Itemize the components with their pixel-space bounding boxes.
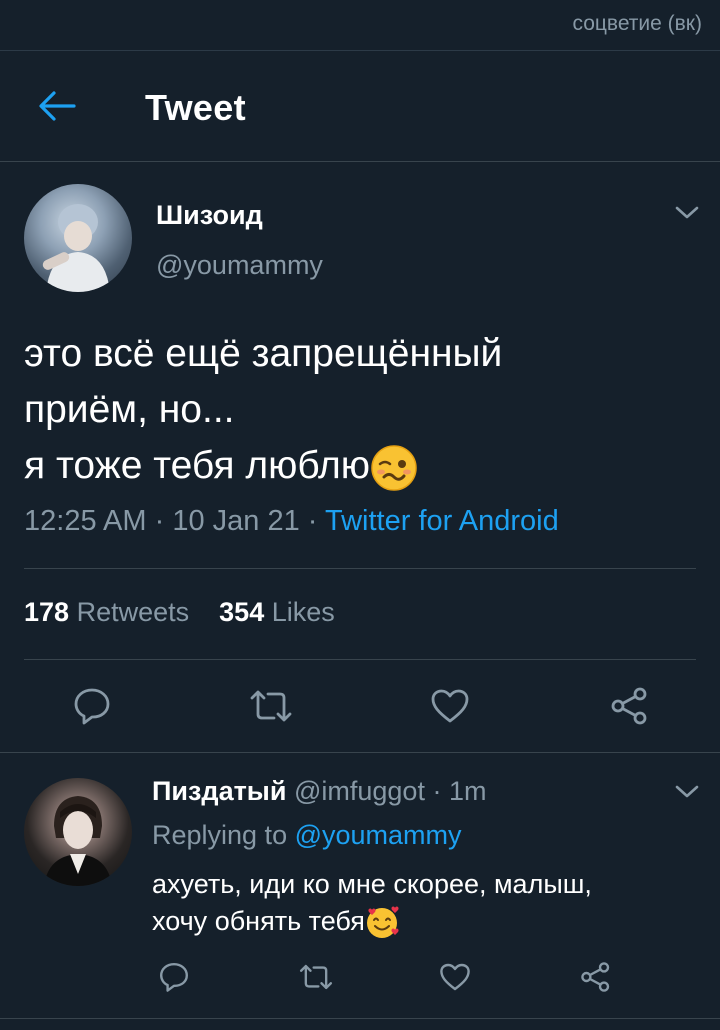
watermark: соцветие (вк) (572, 12, 702, 35)
chevron-down-icon[interactable] (674, 205, 700, 221)
avatar[interactable] (24, 184, 132, 292)
reply-author-name[interactable]: Пиздатый (152, 776, 286, 806)
retweet-icon[interactable] (248, 688, 294, 724)
retweets-label[interactable]: Retweets (77, 597, 190, 627)
chevron-down-icon[interactable] (674, 784, 700, 800)
likes-count[interactable]: 354 (219, 597, 264, 627)
tweet-text-line: приём, но... (24, 388, 235, 431)
retweet-icon[interactable] (298, 962, 334, 992)
meta-dot: · (432, 776, 442, 806)
avatar-photo (44, 796, 112, 886)
arrow-left-icon[interactable] (36, 89, 76, 123)
divider (24, 568, 696, 569)
page-title: Tweet (145, 87, 246, 128)
replying-to-mention[interactable]: @youmammy (295, 820, 462, 850)
tweet-source-link[interactable]: Twitter for Android (325, 505, 559, 537)
replying-to-label: Replying to (152, 820, 288, 850)
reply-time[interactable]: 1m (449, 776, 487, 806)
reply-text: ахуеть, иди ко мне скорее, малыш, хочу о… (152, 866, 592, 940)
comment-icon[interactable] (72, 686, 112, 726)
author-name[interactable]: Шизоид (156, 200, 263, 231)
tweet-meta: 12:25 AM · 10 Jan 21 · Twitter for Andro… (24, 505, 559, 538)
replying-to: Replying to @youmammy (152, 820, 462, 851)
reply-author-handle[interactable]: @imfuggot (294, 776, 425, 806)
retweets-count[interactable]: 178 (24, 597, 69, 627)
reply-text-line: ахуеть, иди ко мне скорее, малыш, (152, 869, 592, 899)
reply-avatar[interactable] (24, 778, 132, 886)
heart-icon[interactable] (430, 688, 470, 724)
tweet-time: 12:25 AM (24, 505, 147, 537)
divider (0, 1018, 720, 1019)
heart-icon[interactable] (439, 962, 471, 992)
divider (0, 752, 720, 753)
woozy-face-emoji (371, 444, 417, 491)
smiling-face-with-hearts-emoji (366, 906, 399, 938)
comment-icon[interactable] (158, 961, 190, 993)
meta-dot: · (154, 505, 165, 537)
top-bar: Tweet (0, 51, 720, 162)
tweet-text-line: я тоже тебя люблю (24, 444, 370, 487)
tweet-text-line-3: я тоже тебя люблю (24, 438, 694, 494)
reply-header: Пиздатый @imfuggot · 1m (152, 776, 487, 807)
meta-dot: · (307, 505, 318, 537)
avatar-photo (42, 204, 110, 292)
share-icon[interactable] (580, 961, 612, 993)
author-handle[interactable]: @youmammy (156, 250, 323, 281)
tweet-date: 10 Jan 21 (172, 505, 300, 537)
reply-text-line: хочу обнять тебя (152, 906, 365, 936)
reply-text-line-2: хочу обнять тебя (152, 903, 592, 940)
tweet-stats: 178 Retweets 354 Likes (24, 597, 335, 628)
likes-label[interactable]: Likes (272, 597, 335, 627)
tweet-text: это всё ещё запрещённый приём, но... я т… (24, 326, 694, 494)
divider (24, 659, 696, 660)
share-icon[interactable] (610, 686, 650, 726)
tweet-text-line: это всё ещё запрещённый (24, 332, 503, 375)
